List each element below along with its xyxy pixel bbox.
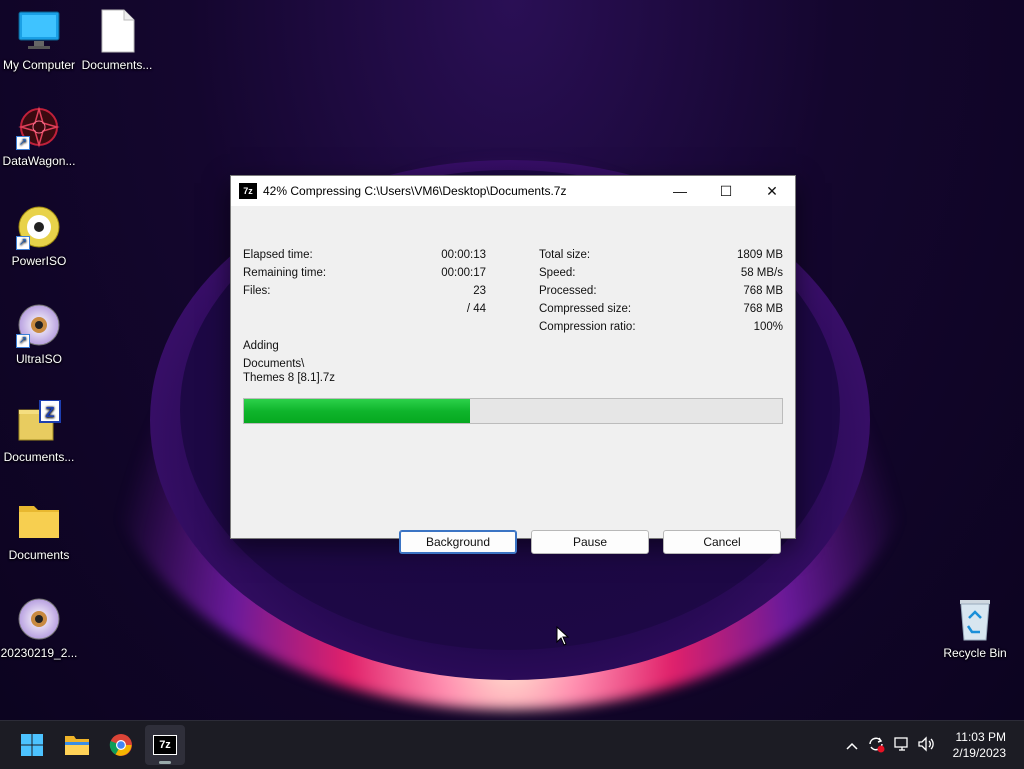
7zip-app-icon: 7z	[153, 735, 177, 755]
taskbar-file-explorer[interactable]	[57, 725, 97, 765]
desktop-icon-datawagon[interactable]: ↗ DataWagon...	[0, 104, 78, 168]
folder-icon	[65, 736, 89, 755]
compression-ratio-value: 100%	[753, 321, 783, 333]
taskbar-7zip[interactable]: 7z	[145, 725, 185, 765]
dialog-title: 42% Compressing C:\Users\VM6\Desktop\Doc…	[263, 184, 567, 198]
maximize-button[interactable]: ☐	[703, 176, 749, 206]
shortcut-arrow-icon: ↗	[16, 136, 30, 150]
speed-value: 58 MB/s	[740, 267, 783, 279]
desktop-icon-label: DataWagon...	[2, 154, 76, 168]
chrome-icon	[109, 734, 132, 756]
total-size-value: 1809 MB	[736, 249, 783, 261]
7zip-app-icon: 7z	[239, 183, 257, 199]
pause-button[interactable]: Pause	[531, 530, 649, 554]
desktop-icon-disc-image[interactable]: 20230219_2...	[0, 596, 78, 660]
disc-icon	[16, 596, 62, 642]
speed-label: Speed:	[539, 267, 576, 279]
taskbar-clock[interactable]: 11:03 PM 2/19/2023	[953, 729, 1006, 761]
remaining-time-label: Remaining time:	[243, 267, 327, 279]
clock-time: 11:03 PM	[955, 730, 1006, 744]
files-label: Files:	[243, 285, 271, 297]
desktop-icon-ultraiso[interactable]: ↗ UltraISO	[0, 302, 78, 366]
processed-value: 768 MB	[743, 285, 783, 297]
disc-icon: ↗	[16, 302, 62, 348]
compressed-size-value: 768 MB	[743, 303, 783, 315]
desktop-icon-documents-file[interactable]: Documents...	[78, 8, 156, 72]
mouse-cursor-icon	[556, 626, 570, 646]
elapsed-time-label: Elapsed time:	[243, 249, 313, 261]
svg-text:Z: Z	[45, 404, 54, 421]
datawagon-icon: ↗	[16, 104, 62, 150]
taskbar-chrome[interactable]	[101, 725, 141, 765]
dialog-titlebar[interactable]: 7z 42% Compressing C:\Users\VM6\Desktop\…	[231, 176, 795, 206]
file-icon	[94, 8, 140, 54]
desktop-icon-documents-folder[interactable]: Documents	[0, 498, 78, 562]
desktop-icon-label: 20230219_2...	[0, 646, 78, 660]
desktop-icon-label: Documents...	[81, 58, 153, 72]
processed-label: Processed:	[539, 285, 597, 297]
volume-icon[interactable]	[917, 735, 935, 755]
minimize-button[interactable]: —	[657, 176, 703, 206]
files-total-value: / 44	[466, 303, 486, 315]
start-button[interactable]	[12, 725, 52, 765]
recycle-bin-icon	[952, 596, 998, 642]
desktop-icon-label: Recycle Bin	[943, 646, 1007, 660]
desktop-icon-documents-archive[interactable]: Z Documents...	[0, 399, 78, 464]
shortcut-arrow-icon: ↗	[16, 334, 30, 348]
desktop-icon-label: Documents...	[3, 450, 75, 464]
current-path-file: Themes 8 [8.1].7z	[243, 372, 336, 384]
taskbar: 7z 11:03 PM 2/19/2023	[0, 720, 1024, 769]
clock-date: 2/19/2023	[952, 746, 1006, 760]
close-button[interactable]: ✕	[749, 176, 795, 206]
network-icon[interactable]	[893, 736, 911, 755]
current-path-folder: Documents\	[243, 358, 305, 370]
sync-alert-icon[interactable]	[867, 735, 885, 756]
windows-logo-icon	[21, 734, 43, 756]
compressed-size-label: Compressed size:	[539, 303, 632, 315]
desktop-icon-recycle-bin[interactable]: Recycle Bin	[936, 596, 1014, 660]
compression-progress-dialog: 7z 42% Compressing C:\Users\VM6\Desktop\…	[230, 175, 796, 554]
desktop-icon-label: UltraISO	[15, 352, 62, 366]
desktop-icon-label: My Computer	[2, 58, 76, 72]
poweriso-icon: ↗	[16, 204, 62, 250]
remaining-time-value: 00:00:17	[441, 267, 486, 279]
chevron-up-icon[interactable]	[843, 737, 861, 753]
active-app-indicator	[159, 761, 171, 764]
progress-bar	[243, 398, 783, 424]
desktop-icon-my-computer[interactable]: My Computer	[0, 8, 78, 72]
desktop-icon-label: Documents	[8, 548, 70, 562]
files-value: 23	[473, 285, 486, 297]
shortcut-arrow-icon: ↗	[16, 236, 30, 250]
system-tray	[843, 721, 935, 769]
elapsed-time-value: 00:00:13	[441, 249, 486, 261]
cancel-button[interactable]: Cancel	[663, 530, 781, 554]
progress-bar-fill	[244, 399, 470, 423]
zip-archive-icon: Z	[16, 399, 62, 446]
desktop-icon-label: PowerISO	[11, 254, 67, 268]
background-button[interactable]: Background	[399, 530, 517, 554]
folder-icon	[16, 498, 62, 544]
total-size-label: Total size:	[539, 249, 591, 261]
desktop-icon-poweriso[interactable]: ↗ PowerISO	[0, 204, 78, 268]
monitor-icon	[16, 8, 62, 54]
compression-ratio-label: Compression ratio:	[539, 321, 636, 333]
current-action-label: Adding	[243, 340, 279, 352]
